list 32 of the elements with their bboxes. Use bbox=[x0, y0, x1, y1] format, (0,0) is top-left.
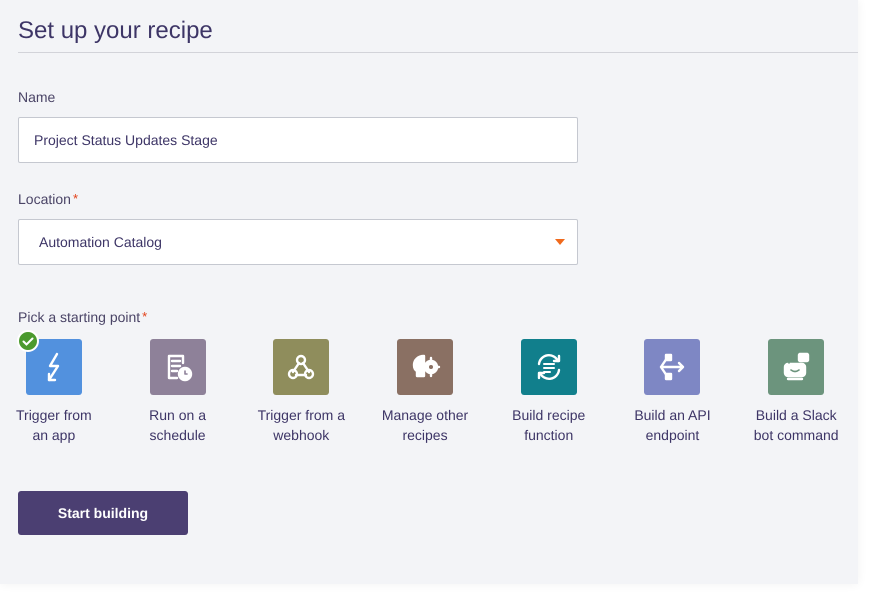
field-label: Name bbox=[18, 89, 56, 105]
tile-label: Build recipe function bbox=[511, 406, 586, 445]
starting-point-tile[interactable] bbox=[26, 339, 82, 395]
page-title: Set up your recipe bbox=[18, 16, 213, 46]
required-mark: * bbox=[142, 309, 148, 324]
starting-point-tile[interactable] bbox=[768, 339, 824, 395]
brain-gear-icon bbox=[412, 354, 440, 378]
tile-label: Build an API endpoint bbox=[633, 406, 712, 445]
location-dropdown[interactable]: Automation Catalog bbox=[18, 219, 578, 265]
field-label: Pick a starting point bbox=[18, 309, 140, 325]
starting-point-tile[interactable] bbox=[644, 339, 700, 395]
bolt-icon bbox=[48, 352, 60, 382]
start-building-button[interactable]: Start building bbox=[18, 491, 188, 535]
robot-icon bbox=[784, 352, 810, 380]
starting-point-tile[interactable] bbox=[520, 339, 577, 395]
starting-point-tile[interactable] bbox=[273, 339, 330, 395]
schedule-icon bbox=[167, 354, 192, 382]
starting-point-tile[interactable] bbox=[397, 339, 454, 395]
field-label: Location bbox=[18, 191, 71, 207]
checkmark-icon bbox=[16, 330, 39, 352]
name-input-field[interactable]: Project Status Updates Stage bbox=[18, 117, 578, 163]
tile-label: Trigger from a webhook bbox=[256, 406, 346, 445]
refresh-list-icon bbox=[538, 354, 560, 380]
tile-label: Trigger from an app bbox=[15, 406, 93, 445]
share-arrows-icon bbox=[660, 354, 685, 380]
tile-label: Manage other recipes bbox=[380, 406, 470, 445]
required-mark: * bbox=[72, 191, 78, 206]
webhook-icon bbox=[288, 354, 314, 380]
tile-label: Build a Slack bot command bbox=[752, 406, 840, 445]
starting-point-tile[interactable] bbox=[150, 339, 206, 395]
tile-label: Run on a schedule bbox=[148, 406, 207, 445]
caret-icon bbox=[555, 239, 565, 245]
